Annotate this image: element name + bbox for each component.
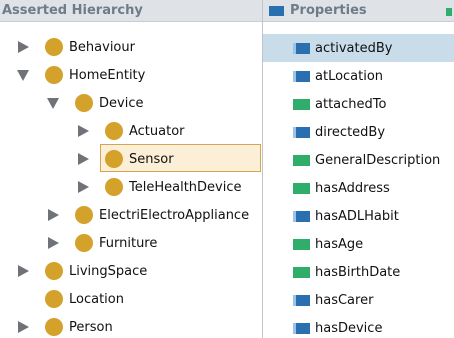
tree-item-label: ElectriElectroAppliance — [99, 207, 250, 223]
property-label: hasCarer — [315, 292, 374, 308]
object-property-icon — [269, 5, 284, 16]
class-icon — [75, 94, 93, 112]
data-property-icon — [293, 182, 310, 194]
tree-item-furniture[interactable]: Furniture — [46, 229, 157, 257]
property-label: atLocation — [315, 68, 384, 84]
tree-item-behaviour[interactable]: Behaviour — [16, 33, 135, 61]
hierarchy-title: Asserted Hierarchy — [2, 3, 143, 18]
tree-item-label: TeleHealthDevice — [129, 179, 242, 195]
tree-item-livingspace[interactable]: LivingSpace — [16, 257, 147, 285]
property-label: attachedTo — [315, 96, 387, 112]
property-item-hasadlhabit[interactable]: hasADLHabit — [263, 202, 454, 230]
collapse-arrow-icon[interactable] — [47, 97, 59, 109]
tree-item-person[interactable]: Person — [16, 313, 113, 338]
property-item-generaldescription[interactable]: GeneralDescription — [263, 146, 454, 174]
expand-arrow-icon[interactable] — [78, 181, 89, 193]
tree-item-label: Behaviour — [69, 39, 135, 55]
properties-header: Properties — [263, 0, 454, 22]
property-item-hasage[interactable]: hasAge — [263, 230, 454, 258]
tree-item-sensor[interactable]: Sensor — [76, 145, 174, 173]
property-item-hasbirthdate[interactable]: hasBirthDate — [263, 258, 454, 286]
tree-item-label: Sensor — [129, 151, 174, 167]
class-icon — [105, 122, 123, 140]
class-icon — [45, 262, 63, 280]
expand-arrow-icon[interactable] — [18, 41, 29, 53]
expand-arrow-icon[interactable] — [78, 125, 89, 137]
tree-item-homeentity[interactable]: HomeEntity — [16, 61, 145, 89]
tree-item-device[interactable]: Device — [46, 89, 143, 117]
class-icon — [45, 290, 63, 308]
class-icon — [45, 318, 63, 336]
tree-item-label: Furniture — [99, 235, 158, 251]
object-property-icon — [293, 126, 310, 138]
tree-item-label: LivingSpace — [69, 263, 148, 279]
property-label: hasADLHabit — [315, 208, 399, 224]
property-label: hasAddress — [315, 180, 390, 196]
tree-item-electrielectroappliance[interactable]: ElectriElectroAppliance — [46, 201, 249, 229]
data-property-icon — [293, 154, 310, 166]
data-property-icon — [293, 98, 310, 110]
class-icon — [105, 178, 123, 196]
property-label: hasDevice — [315, 320, 383, 336]
tree-item-location[interactable]: Location — [16, 285, 124, 313]
property-label: directedBy — [315, 124, 386, 140]
property-item-hasdevice[interactable]: hasDevice — [263, 314, 454, 338]
property-item-directedby[interactable]: directedBy — [263, 118, 454, 146]
data-property-icon — [293, 266, 310, 278]
data-property-icon — [293, 238, 310, 250]
object-property-icon — [293, 70, 310, 82]
property-item-atlocation[interactable]: atLocation — [263, 62, 454, 90]
property-label: activatedBy — [315, 40, 393, 56]
tree-item-label: Actuator — [129, 123, 185, 139]
tree-item-telehealthdevice[interactable]: TeleHealthDevice — [76, 173, 242, 201]
expand-arrow-icon[interactable] — [18, 321, 29, 333]
object-property-icon — [293, 210, 310, 222]
object-property-icon — [293, 42, 310, 54]
class-icon — [75, 234, 93, 252]
object-property-icon — [293, 294, 310, 306]
tree-item-actuator[interactable]: Actuator — [76, 117, 185, 145]
collapse-arrow-icon[interactable] — [17, 69, 29, 81]
ontology-browser: Asserted Hierarchy Behaviour HomeEntity … — [0, 0, 454, 338]
property-label: hasBirthDate — [315, 264, 401, 280]
expand-arrow-icon[interactable] — [48, 209, 59, 221]
property-label: hasAge — [315, 236, 364, 252]
property-item-activatedby[interactable]: activatedBy — [263, 34, 454, 62]
expand-arrow-icon[interactable] — [18, 265, 29, 277]
object-property-icon — [293, 322, 310, 334]
class-icon — [105, 150, 123, 168]
properties-panel: Properties activatedBy atLocation attach… — [263, 0, 454, 338]
class-icon — [45, 38, 63, 56]
class-icon — [45, 66, 63, 84]
hierarchy-header: Asserted Hierarchy — [0, 0, 262, 22]
property-label: GeneralDescription — [315, 152, 441, 168]
properties-title: Properties — [290, 3, 367, 18]
tree-item-label: Device — [99, 95, 144, 111]
property-item-hasaddress[interactable]: hasAddress — [263, 174, 454, 202]
tree-item-label: HomeEntity — [69, 67, 146, 83]
property-item-hascarer[interactable]: hasCarer — [263, 286, 454, 314]
expand-arrow-icon[interactable] — [78, 153, 89, 165]
hierarchy-panel: Asserted Hierarchy Behaviour HomeEntity … — [0, 0, 262, 338]
data-property-icon — [446, 8, 452, 16]
tree-item-label: Location — [69, 291, 124, 307]
tree-item-label: Person — [69, 319, 113, 335]
property-item-attachedto[interactable]: attachedTo — [263, 90, 454, 118]
expand-arrow-icon[interactable] — [48, 237, 59, 249]
class-icon — [75, 206, 93, 224]
